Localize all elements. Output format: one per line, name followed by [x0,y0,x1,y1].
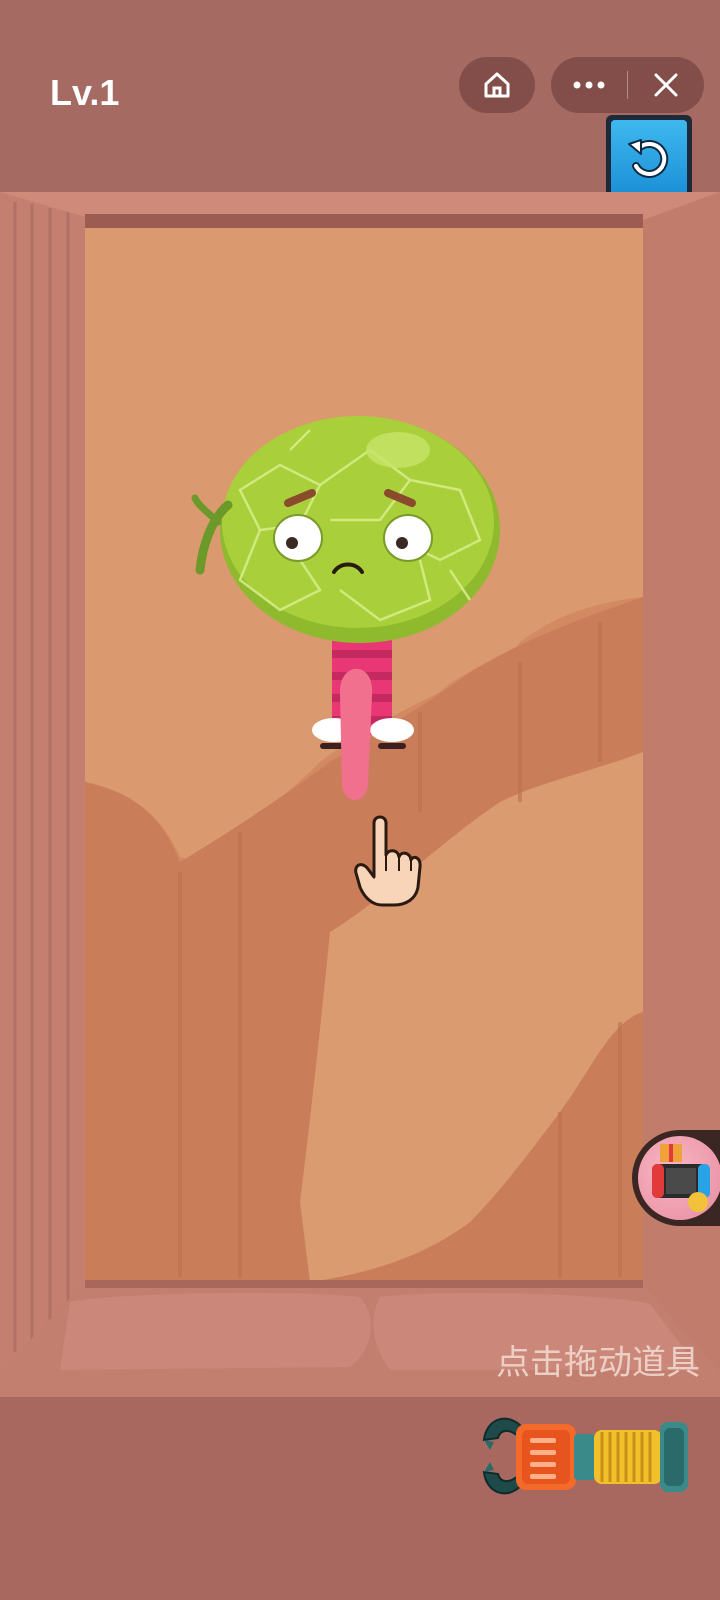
drag-hint-text: 点击拖动道具 [496,1343,700,1383]
undo-icon [611,120,687,196]
capsule-menu [551,57,704,113]
gift-console-icon [638,1136,720,1220]
close-button[interactable] [628,57,704,113]
home-icon [459,57,535,113]
home-button[interactable] [459,57,535,113]
melon-character[interactable] [180,410,510,810]
grabber-claw-tool-icon [482,1417,688,1495]
close-icon [654,73,678,97]
pointing-hand-icon [354,815,424,910]
more-button[interactable] [551,57,627,113]
more-dots-icon [573,81,605,89]
gift-button[interactable] [632,1130,720,1226]
grabber-claw-tool[interactable] [478,1400,698,1515]
undo-button[interactable] [606,115,692,201]
level-label: Lv.1 [50,72,120,113]
